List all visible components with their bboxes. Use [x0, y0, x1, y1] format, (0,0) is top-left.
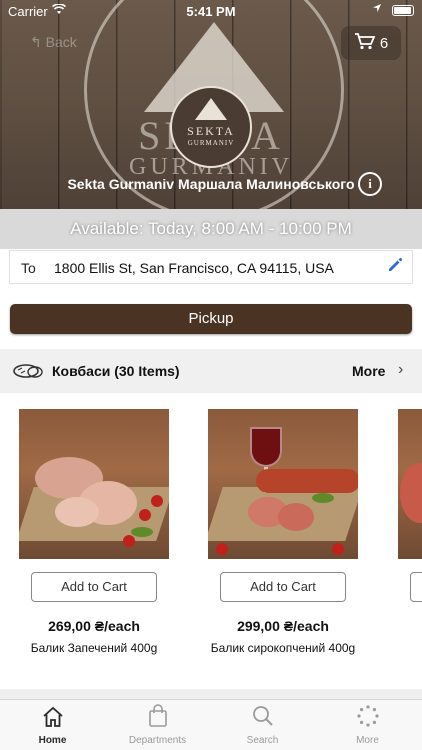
delivery-address-field[interactable]: To 1800 Ellis St, San Francisco, CA 9411… [9, 250, 413, 284]
add-to-cart-button[interactable]: Add to Cart [220, 572, 346, 602]
product-card[interactable]: Add to Cart 269,00 ₴/each Балик Запечени… [19, 409, 169, 655]
logo-text: SEKTA [187, 124, 235, 138]
category-header: Ковбаси (30 Items) More › [0, 349, 422, 393]
section-divider [0, 689, 422, 699]
sausage-icon [12, 362, 44, 385]
availability-banner: Available: Today, 8:00 AM - 10:00 PM [0, 209, 422, 249]
back-label: Back [45, 34, 77, 50]
product-image[interactable] [208, 409, 358, 559]
address-to-label: To [21, 260, 36, 276]
add-to-cart-button[interactable]: Add to Cart [31, 572, 157, 602]
back-arrow-icon: ↰ [30, 34, 42, 50]
battery-icon [392, 5, 414, 16]
tab-more[interactable]: More [315, 700, 420, 750]
address-value: 1800 Ellis St, San Francisco, CA 94115, … [54, 260, 334, 276]
home-icon [0, 700, 105, 728]
store-logo: SEKTA GURMANIV [170, 86, 252, 168]
product-name: Балик сирокопчений 400g [210, 641, 356, 655]
search-icon [210, 700, 315, 728]
product-price: 269,00 ₴/each [48, 618, 140, 634]
tab-label: Search [246, 735, 279, 746]
product-image[interactable] [19, 409, 169, 559]
chevron-right-icon[interactable]: › [398, 361, 403, 379]
cart-button[interactable]: 6 [341, 26, 401, 60]
tab-home[interactable]: Home [0, 700, 105, 750]
clock: 5:41 PM [186, 4, 236, 19]
logo-subtext: GURMANIV [187, 139, 235, 147]
product-name: Балик Запечений 400g [30, 641, 158, 655]
store-hero-banner: SEKTA GURMANIV Carrier 5:41 PM ↰ Back 6 … [0, 0, 422, 209]
cart-count: 6 [379, 34, 389, 52]
tab-label: Departments [128, 735, 187, 746]
product-carousel[interactable]: Add to Cart 269,00 ₴/each Балик Запечени… [0, 393, 422, 689]
product-price: 299,00 ₴/each [237, 618, 329, 634]
back-button[interactable]: ↰ Back [30, 34, 77, 51]
tab-bar: Home Departments Search More [0, 699, 422, 750]
edit-pencil-icon[interactable] [386, 256, 404, 279]
cart-icon [354, 32, 376, 54]
location-arrow-icon [372, 3, 382, 16]
category-title: Ковбаси (30 Items) [52, 363, 180, 379]
tab-label: Home [38, 735, 67, 746]
info-icon[interactable]: i [358, 172, 382, 196]
product-card-partial[interactable] [398, 409, 422, 602]
tab-label: More [356, 735, 379, 746]
product-image[interactable] [398, 409, 422, 559]
status-bar: Carrier 5:41 PM [0, 0, 422, 22]
more-icon [315, 700, 420, 728]
product-card[interactable]: Add to Cart 299,00 ₴/each Балик сирокопч… [208, 409, 358, 655]
pickup-button[interactable]: Pickup [10, 304, 412, 334]
add-to-cart-button-partial[interactable] [410, 572, 422, 602]
tab-search[interactable]: Search [210, 700, 315, 750]
more-link[interactable]: More [352, 363, 385, 379]
tab-departments[interactable]: Departments [105, 700, 210, 750]
bag-icon [105, 700, 210, 728]
